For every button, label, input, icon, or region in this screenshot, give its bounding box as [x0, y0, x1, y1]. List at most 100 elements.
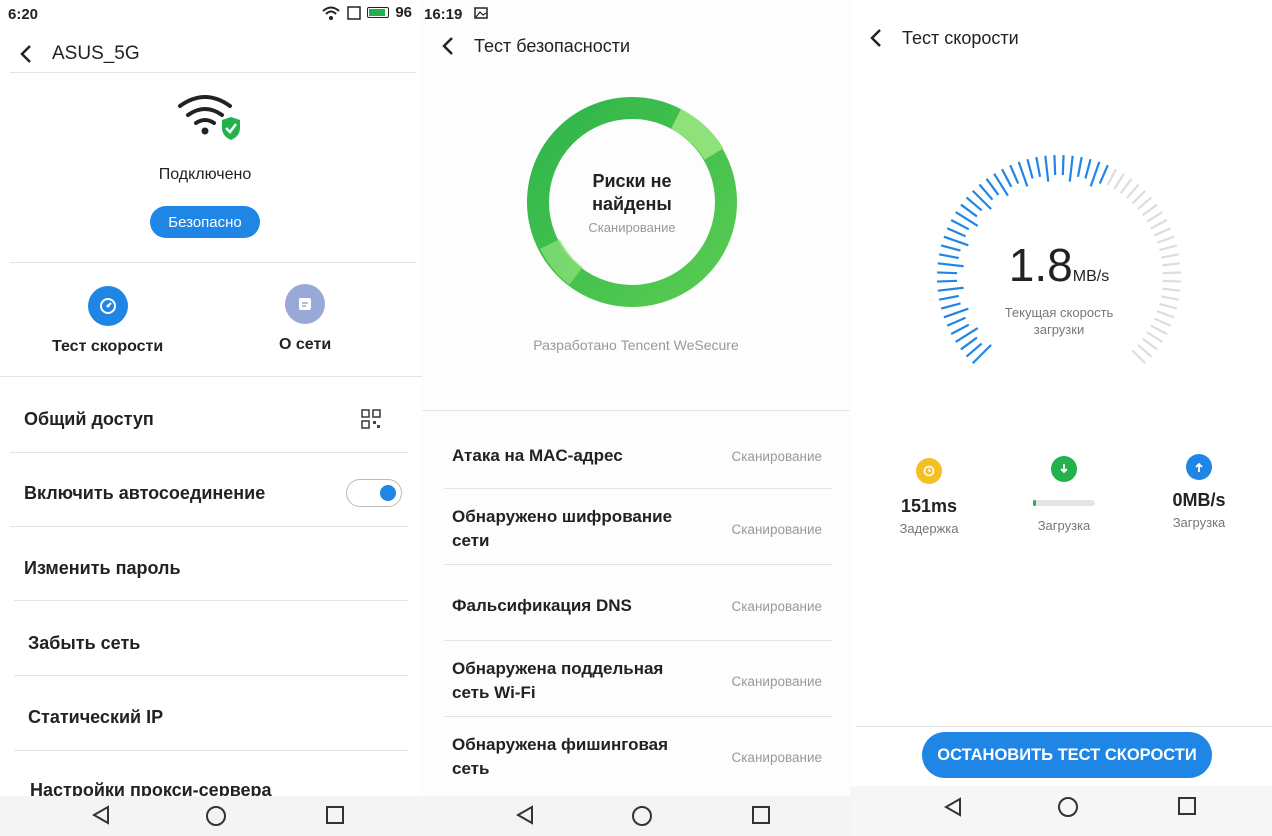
wifi-secure-icon — [176, 92, 242, 147]
gauge-tick — [985, 178, 1000, 196]
forget-network-row[interactable]: Забыть сеть — [28, 606, 402, 680]
autoconnect-toggle[interactable] — [346, 479, 402, 507]
about-network-label: О сети — [279, 336, 332, 353]
scan-ring-text: Риски не найдены Сканирование — [526, 170, 738, 235]
stop-speed-test-button[interactable]: ОСТАНОВИТЬ ТЕСТ СКОРОСТИ — [922, 732, 1212, 778]
gallery-icon — [474, 7, 488, 19]
risk-name: Обнаружена фишинговая сеть — [452, 735, 669, 778]
clock-icon — [916, 458, 942, 484]
header: Тест безопасности — [422, 26, 850, 66]
status-time: 16:19 — [424, 6, 463, 23]
navigation-bar — [850, 786, 1272, 836]
speed-test-screen: Тест скорости 1.8MB/s Текущая скорость з… — [850, 0, 1272, 836]
change-password-row[interactable]: Изменить пароль — [24, 531, 402, 605]
autoconnect-row[interactable]: Включить автосоединение — [24, 456, 402, 530]
gauge-tick — [1089, 161, 1101, 187]
divider — [14, 675, 408, 676]
risk-item: Обнаружена поддельная сеть Wi-Fi Сканиро… — [452, 656, 822, 706]
risk-status: Сканирование — [731, 448, 822, 464]
nav-back-icon[interactable] — [90, 804, 112, 826]
gauge-tick — [1150, 219, 1168, 230]
speed-readout: 1.8MB/s Текущая скорость загрузки — [934, 240, 1184, 338]
speed-test-label: Тест скорости — [52, 338, 164, 355]
gauge-tick — [950, 219, 970, 231]
connection-status: Подключено — [158, 166, 252, 183]
nav-home-icon[interactable] — [630, 804, 654, 828]
security-test-screen: 16:19 Тест безопасности Риски не найдены… — [422, 0, 850, 836]
gauge-tick — [1153, 227, 1172, 237]
nav-back-icon[interactable] — [942, 796, 964, 818]
divider — [14, 750, 408, 751]
screen-icon — [347, 5, 362, 20]
divider — [14, 600, 408, 601]
download-progress — [1033, 500, 1095, 506]
network-name: ASUS_5G — [52, 43, 140, 64]
risk-item: Обнаружено шифрование сети Сканирование — [452, 504, 822, 554]
safe-badge[interactable]: Безопасно — [150, 206, 260, 238]
gauge-tick — [1035, 156, 1042, 177]
gauge-tick — [1044, 155, 1050, 182]
gauge-tick — [1142, 337, 1158, 351]
speed-test-button[interactable]: Тест скорости — [52, 286, 163, 356]
speed-gauge: 1.8MB/s Текущая скорость загрузки — [934, 152, 1184, 402]
share-label: Общий доступ — [24, 408, 154, 429]
navigation-bar — [422, 796, 850, 836]
risk-name: Атака на MAC-адрес — [452, 446, 623, 465]
toggle-knob — [380, 485, 396, 501]
nav-home-icon[interactable] — [204, 804, 228, 828]
gauge-tick — [1009, 164, 1020, 184]
risk-name: Обнаружена поддельная сеть Wi-Fi — [452, 659, 664, 702]
back-arrow-icon[interactable] — [14, 42, 38, 66]
screen-title: Тест скорости — [902, 27, 1019, 48]
static-ip-row[interactable]: Статический IP — [28, 680, 402, 754]
navigation-bar — [0, 796, 422, 836]
status-bar: 16:19 — [422, 0, 850, 28]
download-stat: Загрузка — [1026, 456, 1102, 533]
risk-item: Фальсификация DNS Сканирование — [452, 582, 822, 630]
header: ASUS_5G — [0, 34, 422, 74]
risk-item: Атака на MAC-адрес Сканирование — [452, 432, 822, 480]
gauge-tick — [965, 342, 983, 358]
header: Тест скорости — [850, 18, 1272, 58]
wifi-signal-icon — [322, 6, 340, 20]
nav-recents-icon[interactable] — [750, 804, 772, 826]
upload-value: 0MB/s — [1172, 490, 1226, 510]
nav-home-icon[interactable] — [1056, 795, 1080, 819]
divider — [10, 72, 416, 73]
divider — [10, 262, 416, 263]
nav-back-icon[interactable] — [514, 804, 536, 826]
gauge-tick — [1137, 344, 1153, 358]
forget-network-label: Забыть сеть — [28, 632, 141, 653]
back-arrow-icon[interactable] — [436, 34, 460, 58]
gauge-tick — [1076, 156, 1083, 177]
latency-label: Задержка — [899, 521, 959, 536]
gauge-tick — [1131, 189, 1147, 205]
about-network-button[interactable]: О сети — [279, 284, 331, 354]
divider — [444, 716, 832, 717]
download-label: Загрузка — [1037, 518, 1091, 533]
nav-recents-icon[interactable] — [1176, 795, 1198, 817]
upload-label: Загрузка — [1172, 515, 1226, 530]
qr-code-icon[interactable] — [360, 408, 382, 430]
gauge-tick — [1113, 173, 1125, 190]
gauge-tick — [1026, 158, 1034, 179]
gauge-tick — [1061, 155, 1065, 176]
divider — [856, 726, 1272, 727]
back-arrow-icon[interactable] — [864, 26, 888, 50]
gauge-tick — [1098, 164, 1109, 184]
developer-credit: Разработано Tencent WeSecure — [533, 337, 739, 353]
download-arrow-icon — [1051, 456, 1077, 482]
nav-recents-icon[interactable] — [324, 804, 346, 826]
gauge-tick — [1119, 178, 1133, 194]
gauge-tick — [1126, 183, 1140, 199]
risk-item: Обнаружена фишинговая сеть Сканирование — [452, 732, 822, 782]
gauge-tick — [1137, 196, 1153, 210]
share-row[interactable]: Общий доступ — [24, 382, 402, 456]
risk-name: Обнаружено шифрование сети — [452, 507, 673, 550]
gauge-tick — [1053, 155, 1057, 176]
gauge-tick — [1142, 203, 1158, 217]
gauge-tick — [978, 183, 994, 201]
gauge-tick — [965, 196, 983, 212]
current-speed-unit: MB/s — [1072, 268, 1110, 285]
gauge-tick — [1017, 161, 1029, 187]
